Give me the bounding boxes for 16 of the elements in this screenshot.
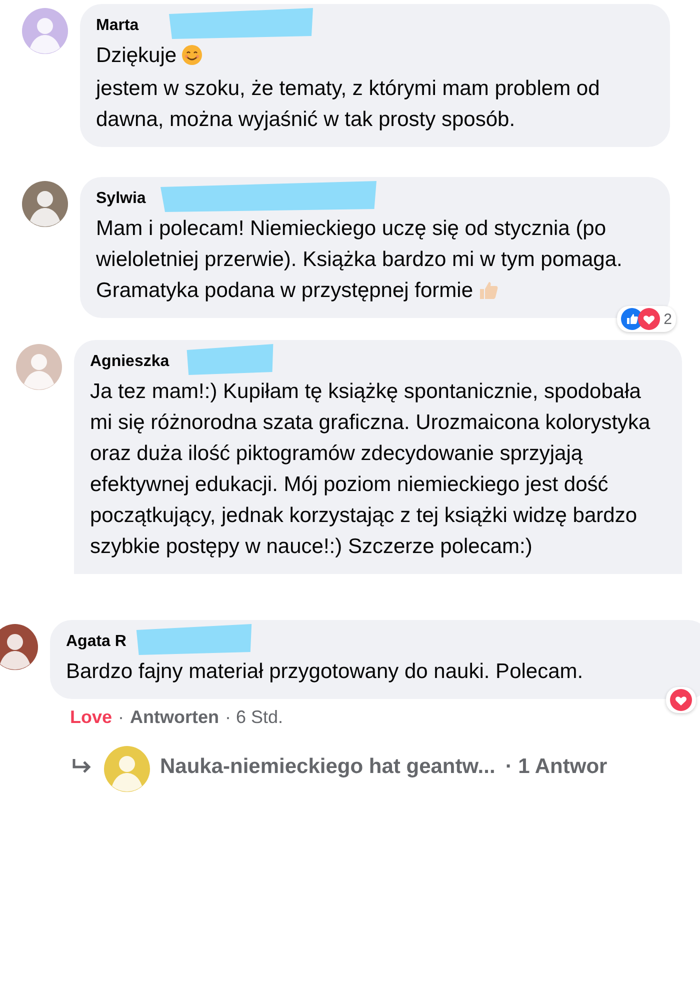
author-name[interactable]: Agnieszka (90, 353, 170, 371)
timestamp: · 6 Std. (225, 707, 284, 728)
comment-text: Ja tez mam!:) Kupiłam tę książkę spontanicznie, spodobała mi się różnorodna szata graficzna. Urozmaicona kolorystyka oraz duża ilość piktogramów zdecydowanie sprzyjają efektywnej edukacji. Mój poziom niemieckiego jest dość początkujący, jednak korzystając z tej książki widzę bardzo szybkie postępy w nauce!:) Szczerze polecam:) (90, 379, 652, 560)
replies-link[interactable]: Nauka-niemieckiego hat geantw... (160, 755, 496, 779)
reaction-count: 2 (664, 310, 672, 328)
comment-text: Bardzo fajny materiał przygotowany do nauki. Polecam. (66, 659, 584, 685)
separator-text: · (118, 707, 124, 728)
reply-count[interactable]: · 1 Antwor (505, 755, 608, 779)
reply-link[interactable]: Antworten (130, 707, 220, 728)
comment-text: Dziękuje (96, 40, 654, 71)
author-name[interactable]: Sylwia (96, 190, 146, 208)
comment-text: Mam i polecam! Niemieckiego uczę się od stycznia (po wieloletniej przerwie). Książka bardzo mi w tym pomaga. Gramatyka podana w przystępnej formie (96, 216, 624, 304)
author-name[interactable]: Agata R (66, 633, 126, 651)
love-link[interactable]: Love (70, 707, 112, 728)
comment-text: jestem w szoku, że tematy, z którymi mam problem od dawna, można wyjaśnić w tak prosty sposób. (96, 76, 601, 133)
author-name[interactable]: Marta (96, 17, 139, 35)
